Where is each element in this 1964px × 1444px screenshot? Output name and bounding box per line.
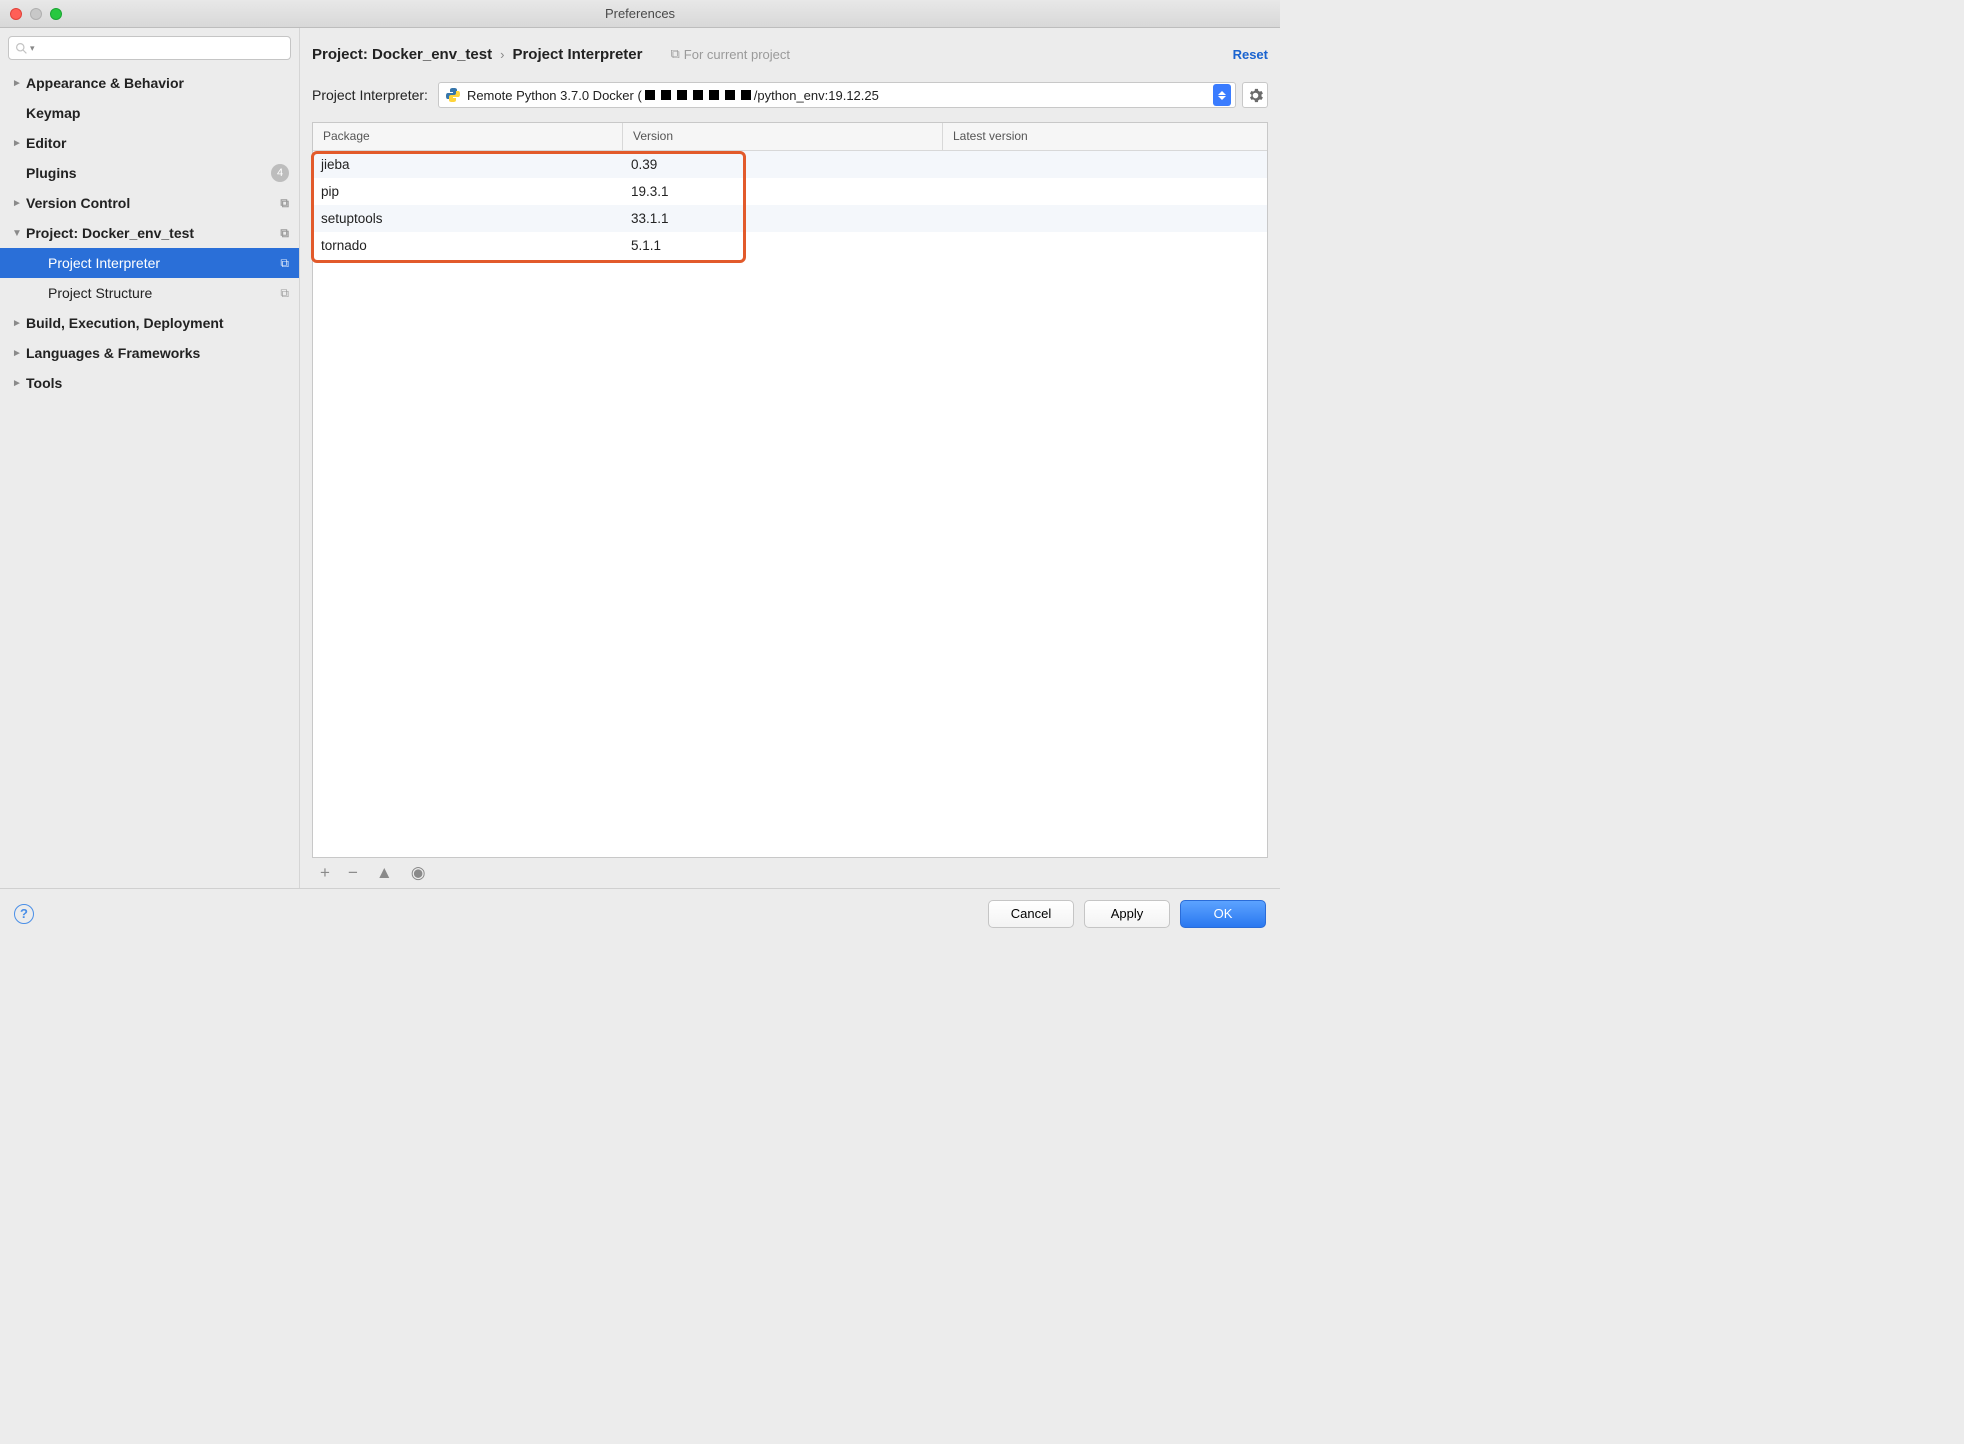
expand-arrow-icon: ► (12, 378, 26, 389)
redacted-segment (709, 90, 719, 100)
sidebar-item-label: Build, Execution, Deployment (26, 315, 224, 331)
add-package-button[interactable]: + (320, 863, 330, 883)
settings-sidebar: ▾ ►Appearance & BehaviorKeymap►EditorPlu… (0, 28, 300, 888)
table-row[interactable]: setuptools33.1.1 (313, 205, 1267, 232)
sidebar-item-label: Project Structure (48, 285, 152, 301)
search-input[interactable]: ▾ (8, 36, 291, 60)
titlebar: Preferences (0, 0, 1280, 28)
packages-table: Package Version Latest version jieba0.39… (312, 122, 1268, 858)
sidebar-item-label: Project: Docker_env_test (26, 225, 194, 241)
interpreter-label: Project Interpreter: (312, 87, 428, 103)
gear-icon (1248, 88, 1263, 103)
cell-version: 19.3.1 (623, 184, 943, 199)
cell-version: 33.1.1 (623, 211, 943, 226)
reset-link[interactable]: Reset (1233, 47, 1268, 62)
column-package[interactable]: Package (313, 123, 623, 150)
remove-package-button[interactable]: − (348, 863, 358, 883)
sidebar-item[interactable]: ►Editor (0, 128, 299, 158)
cell-version: 0.39 (623, 157, 943, 172)
sidebar-item[interactable]: Plugins 4 (0, 158, 299, 188)
sidebar-item[interactable]: ►Build, Execution, Deployment (0, 308, 299, 338)
copy-icon: ⧉ (670, 46, 679, 62)
main-panel: Project: Docker_env_test › Project Inter… (300, 28, 1280, 888)
sidebar-item[interactable]: ▼Project: Docker_env_test ⧉ (0, 218, 299, 248)
expand-arrow-icon: ► (12, 318, 26, 329)
cell-package: jieba (313, 157, 623, 172)
redacted-segment (645, 90, 655, 100)
search-dropdown-icon: ▾ (30, 43, 35, 54)
redacted-segment (693, 90, 703, 100)
sidebar-item-label: Languages & Frameworks (26, 345, 200, 361)
interpreter-dropdown[interactable]: Remote Python 3.7.0 Docker ( /python_env… (438, 82, 1236, 108)
column-version[interactable]: Version (623, 123, 943, 150)
copy-icon: ⧉ (280, 226, 289, 241)
redacted-segment (661, 90, 671, 100)
cell-package: tornado (313, 238, 623, 253)
redacted-segment (741, 90, 751, 100)
scope-note: ⧉ For current project (670, 46, 790, 62)
sidebar-item[interactable]: ►Languages & Frameworks (0, 338, 299, 368)
sidebar-item-label: Appearance & Behavior (26, 75, 184, 91)
search-icon (15, 42, 28, 55)
sidebar-item-label: Version Control (26, 195, 130, 211)
table-row[interactable]: pip19.3.1 (313, 178, 1267, 205)
cell-version: 5.1.1 (623, 238, 943, 253)
sidebar-item-label: Editor (26, 135, 66, 151)
table-body: jieba0.39pip19.3.1setuptools33.1.1tornad… (313, 151, 1267, 857)
sidebar-subitem[interactable]: Project Interpreter ⧉ (0, 248, 299, 278)
interpreter-value: Remote Python 3.7.0 Docker ( /python_env… (467, 88, 1213, 103)
expand-arrow-icon: ► (12, 78, 26, 89)
breadcrumb-separator: › (500, 47, 504, 62)
redacted-segment (677, 90, 687, 100)
expand-arrow-icon: ► (12, 138, 26, 149)
expand-arrow-icon: ► (12, 348, 26, 359)
sidebar-subitem[interactable]: Project Structure ⧉ (0, 278, 299, 308)
sidebar-item[interactable]: ►Version Control ⧉ (0, 188, 299, 218)
python-icon (445, 87, 461, 103)
redacted-segment (725, 90, 735, 100)
column-latest[interactable]: Latest version (943, 123, 1267, 150)
breadcrumb: Project: Docker_env_test › Project Inter… (312, 36, 1268, 72)
apply-button[interactable]: Apply (1084, 900, 1170, 928)
window-title: Preferences (0, 6, 1280, 21)
sidebar-item-label: Plugins (26, 165, 77, 181)
sidebar-item-label: Tools (26, 375, 62, 391)
copy-icon: ⧉ (280, 286, 289, 301)
sidebar-item[interactable]: Keymap (0, 98, 299, 128)
breadcrumb-root[interactable]: Project: Docker_env_test (312, 46, 492, 63)
chevron-updown-icon (1213, 84, 1231, 106)
cell-package: pip (313, 184, 623, 199)
dialog-footer: ? Cancel Apply OK (0, 888, 1280, 938)
table-row[interactable]: jieba0.39 (313, 151, 1267, 178)
ok-button[interactable]: OK (1180, 900, 1266, 928)
sidebar-item-label: Project Interpreter (48, 255, 160, 271)
update-count-badge: 4 (271, 164, 289, 182)
package-toolbar: + − ▲ ◉ (312, 858, 1268, 888)
cancel-button[interactable]: Cancel (988, 900, 1074, 928)
expand-arrow-icon: ▼ (12, 228, 26, 239)
interpreter-settings-button[interactable] (1242, 82, 1268, 108)
show-early-releases-button[interactable]: ◉ (411, 863, 426, 883)
help-button[interactable]: ? (14, 904, 34, 924)
table-row[interactable]: tornado5.1.1 (313, 232, 1267, 259)
sidebar-item[interactable]: ►Tools (0, 368, 299, 398)
sidebar-item-label: Keymap (26, 105, 80, 121)
settings-tree: ►Appearance & BehaviorKeymap►EditorPlugi… (0, 68, 299, 888)
scope-note-text: For current project (684, 47, 790, 62)
copy-icon: ⧉ (280, 256, 289, 271)
cell-package: setuptools (313, 211, 623, 226)
expand-arrow-icon: ► (12, 198, 26, 209)
table-header: Package Version Latest version (313, 123, 1267, 151)
sidebar-item[interactable]: ►Appearance & Behavior (0, 68, 299, 98)
breadcrumb-leaf: Project Interpreter (512, 46, 642, 63)
upgrade-package-button[interactable]: ▲ (376, 863, 393, 883)
copy-icon: ⧉ (280, 196, 289, 211)
